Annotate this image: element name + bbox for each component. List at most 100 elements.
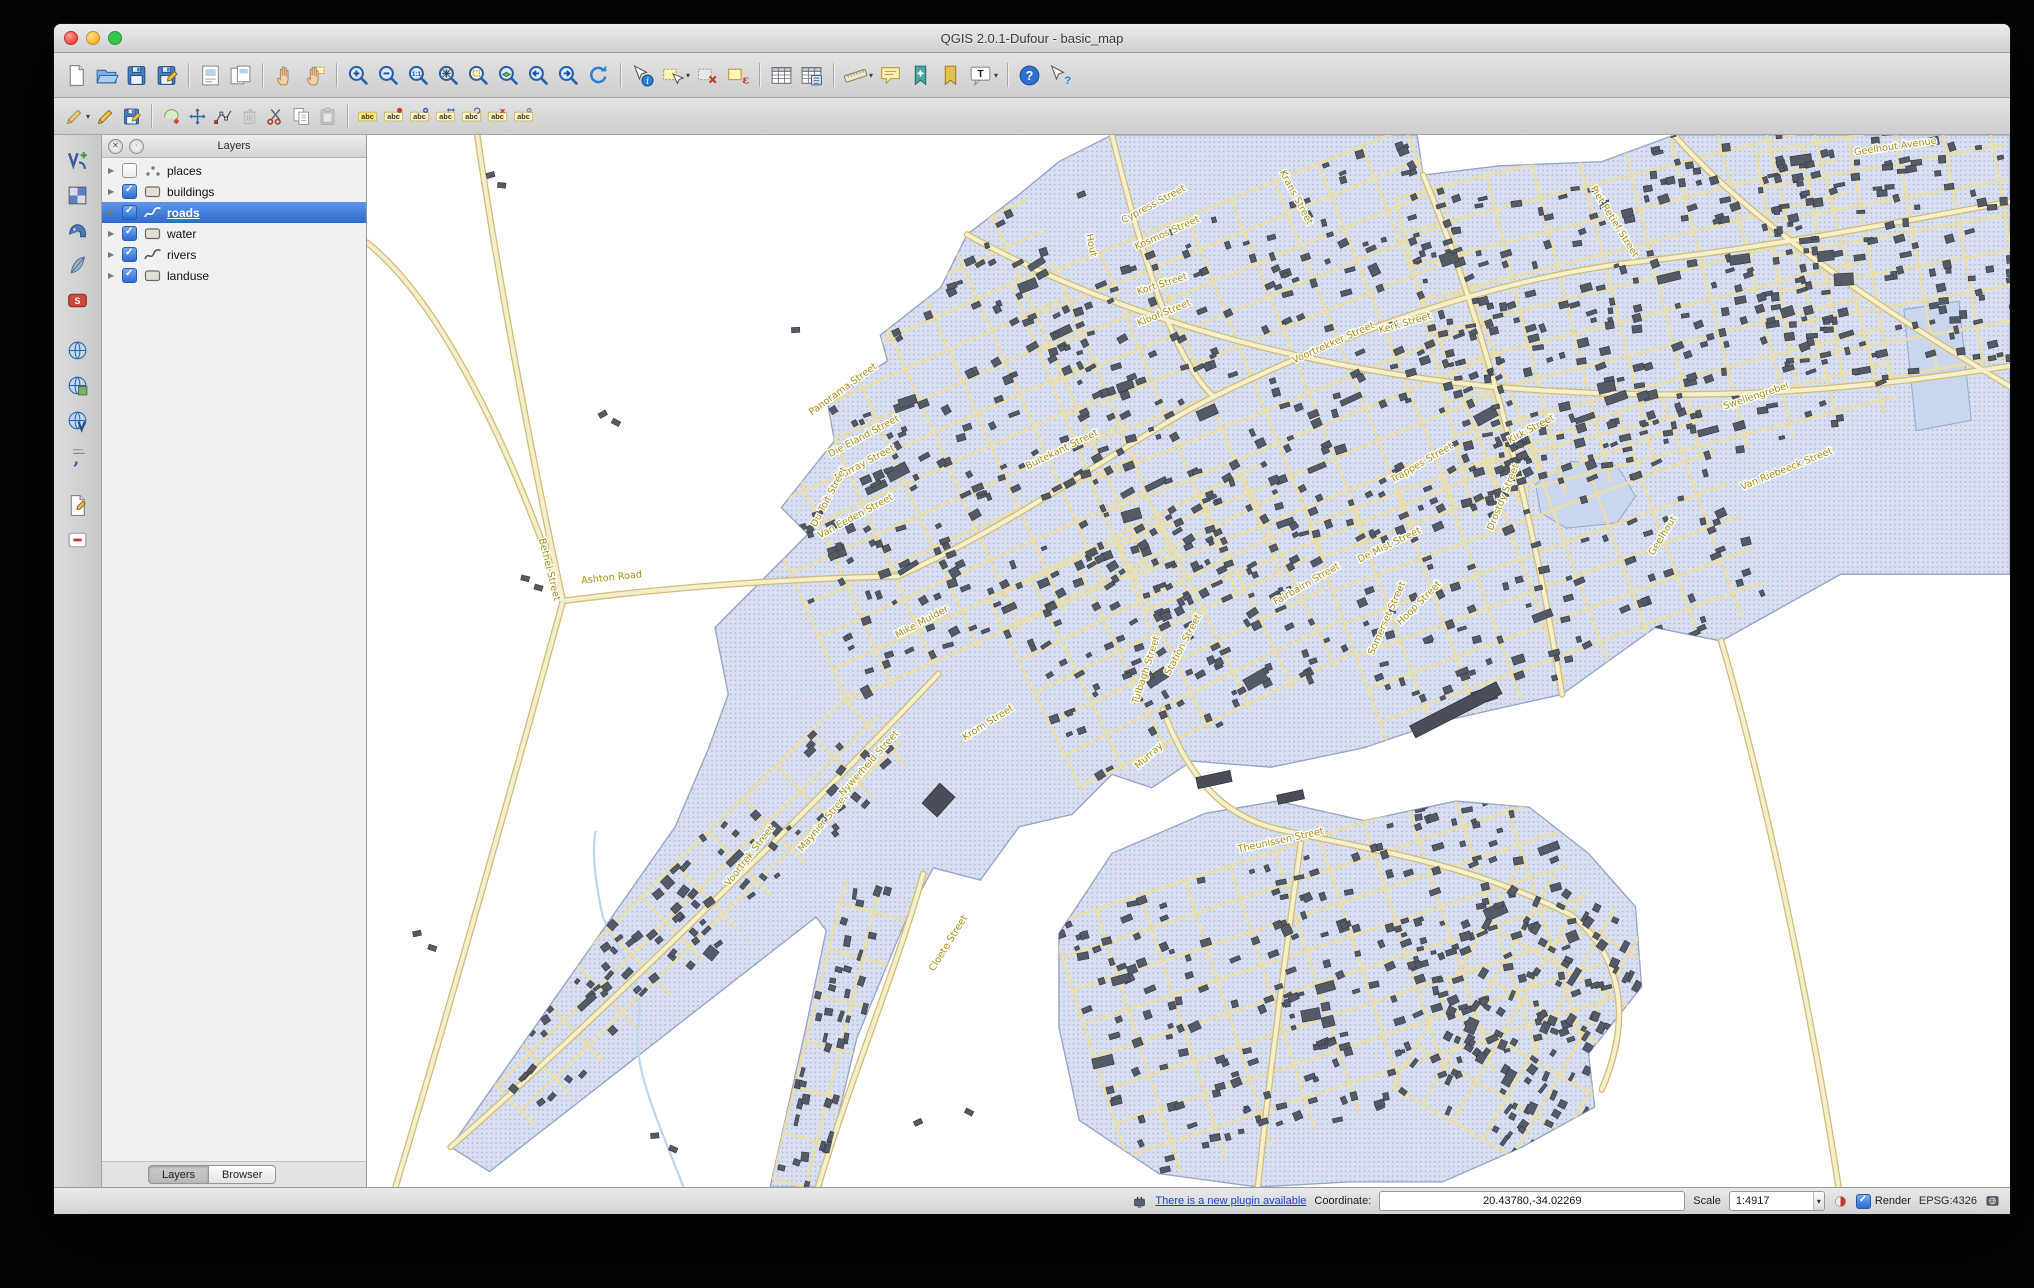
label-pin-button[interactable]: abc	[381, 104, 406, 129]
save-project-button[interactable]	[122, 61, 151, 90]
expand-arrow-icon[interactable]: ▶	[108, 166, 117, 175]
add-delimited-text-layer-button[interactable]: ,	[61, 440, 95, 470]
refresh-button[interactable]	[584, 61, 613, 90]
new-composer-button[interactable]	[196, 61, 225, 90]
text-annotation-dropdown-arrow-icon[interactable]: ▾	[994, 71, 998, 80]
label-properties-button[interactable]: abc	[511, 104, 536, 129]
crs-status-button[interactable]	[1985, 1194, 2000, 1209]
render-checkbox[interactable]: Render	[1856, 1194, 1911, 1209]
zoom-next-button[interactable]	[554, 61, 583, 90]
layer-item-places[interactable]: ▶places	[102, 160, 366, 181]
select-features-button[interactable]: ▾	[658, 61, 692, 90]
expand-arrow-icon[interactable]: ▶	[108, 229, 117, 238]
panel-close-icon[interactable]: ✕	[108, 139, 123, 154]
pan-to-selection-button[interactable]	[300, 61, 329, 90]
add-feature-button[interactable]	[159, 104, 184, 129]
add-mssql-layer-button[interactable]: S	[61, 285, 95, 315]
layer-item-buildings[interactable]: ▶buildings	[102, 181, 366, 202]
panel-detach-icon[interactable]: ◦	[129, 139, 144, 154]
panel-tab-layers[interactable]: Layers	[148, 1165, 209, 1184]
add-wms-layer-button[interactable]	[61, 335, 95, 365]
toggle-editing-button[interactable]	[93, 104, 118, 129]
expand-arrow-icon[interactable]: ▶	[108, 187, 117, 196]
stop-rendering-icon[interactable]	[1833, 1194, 1848, 1209]
paste-features-button[interactable]	[315, 104, 340, 129]
layer-item-roads[interactable]: ▶roads	[102, 202, 366, 223]
layer-visibility-checkbox[interactable]	[122, 184, 137, 199]
render-checkbox-box[interactable]	[1856, 1194, 1871, 1209]
whats-this-button[interactable]: ?	[1045, 61, 1074, 90]
show-bookmarks-button[interactable]	[936, 61, 965, 90]
select-features-dropdown-arrow-icon[interactable]: ▾	[686, 71, 690, 80]
copy-features-button[interactable]	[289, 104, 314, 129]
label-move-button[interactable]: abc	[433, 104, 458, 129]
map-svg[interactable]: Geelhout AvenueCypress StreetKosmos Stre…	[367, 135, 2010, 1187]
layer-visibility-checkbox[interactable]	[122, 247, 137, 262]
deselect-all-icon	[695, 63, 720, 88]
zoom-last-button[interactable]	[524, 61, 553, 90]
add-spatialite-layer-button[interactable]	[61, 250, 95, 280]
save-project-as-button[interactable]	[152, 61, 181, 90]
attributes-table-button[interactable]	[767, 61, 796, 90]
current-edits-dropdown-arrow-icon[interactable]: ▾	[86, 112, 90, 121]
map-canvas[interactable]: Geelhout AvenueCypress StreetKosmos Stre…	[367, 135, 2010, 1187]
layer-item-landuse[interactable]: ▶landuse	[102, 265, 366, 286]
label-show-hide-button[interactable]: abc	[407, 104, 432, 129]
expand-arrow-icon[interactable]: ▶	[108, 208, 117, 217]
help-button[interactable]: ?	[1015, 61, 1044, 90]
minimize-window-button[interactable]	[86, 31, 100, 45]
zoom-to-layer-button[interactable]	[494, 61, 523, 90]
close-window-button[interactable]	[64, 31, 78, 45]
add-vector-layer-button[interactable]	[61, 145, 95, 175]
deselect-all-button[interactable]	[693, 61, 722, 90]
save-layer-edits-button[interactable]	[119, 104, 144, 129]
select-by-expression-button[interactable]: ε	[723, 61, 752, 90]
layer-visibility-checkbox[interactable]	[122, 226, 137, 241]
coordinate-input[interactable]	[1379, 1191, 1685, 1211]
current-edits-button[interactable]: ▾	[62, 104, 92, 129]
measure-button[interactable]: ▾	[841, 61, 875, 90]
label-rotate-button[interactable]: abc	[459, 104, 484, 129]
add-raster-layer-button[interactable]	[61, 180, 95, 210]
identify-button[interactable]: i	[628, 61, 657, 90]
zoom-in-button[interactable]	[344, 61, 373, 90]
zoom-actual-button[interactable]: 1:1	[404, 61, 433, 90]
add-wcs-layer-button[interactable]	[61, 370, 95, 400]
scale-combo[interactable]: 1:4917 ▾	[1729, 1191, 1825, 1211]
layer-item-rivers[interactable]: ▶rivers	[102, 244, 366, 265]
zoom-window-button[interactable]	[108, 31, 122, 45]
node-tool-button[interactable]	[211, 104, 236, 129]
text-annotation-icon: T	[968, 63, 993, 88]
open-project-button[interactable]	[92, 61, 121, 90]
cut-features-button[interactable]	[263, 104, 288, 129]
plugin-link[interactable]: There is a new plugin available	[1155, 1195, 1306, 1207]
field-calculator-button[interactable]	[797, 61, 826, 90]
composer-manager-button[interactable]	[226, 61, 255, 90]
label-layer-button[interactable]: abc	[355, 104, 380, 129]
add-postgis-layer-button[interactable]	[61, 215, 95, 245]
layer-visibility-checkbox[interactable]	[122, 268, 137, 283]
remove-layer-button[interactable]	[61, 525, 95, 555]
text-annotation-button[interactable]: T▾	[966, 61, 1000, 90]
layer-visibility-checkbox[interactable]	[122, 163, 137, 178]
expand-arrow-icon[interactable]: ▶	[108, 271, 117, 280]
titlebar: QGIS 2.0.1-Dufour - basic_map	[54, 24, 2010, 53]
zoom-out-button[interactable]	[374, 61, 403, 90]
delete-selected-button[interactable]	[237, 104, 262, 129]
expand-arrow-icon[interactable]: ▶	[108, 250, 117, 259]
zoom-to-selection-button[interactable]	[464, 61, 493, 90]
new-shapefile-layer-button[interactable]	[61, 490, 95, 520]
zoom-full-button[interactable]	[434, 61, 463, 90]
label-change-button[interactable]: abc	[485, 104, 510, 129]
layer-item-water[interactable]: ▶water	[102, 223, 366, 244]
layer-visibility-checkbox[interactable]	[122, 205, 137, 220]
pan-map-button[interactable]	[270, 61, 299, 90]
panel-tab-browser[interactable]: Browser	[209, 1165, 276, 1184]
new-bookmark-button[interactable]	[906, 61, 935, 90]
move-feature-button[interactable]	[185, 104, 210, 129]
add-wfs-layer-button[interactable]	[61, 405, 95, 435]
label-change-icon: abc	[487, 106, 508, 127]
map-tips-button[interactable]	[876, 61, 905, 90]
measure-dropdown-arrow-icon[interactable]: ▾	[869, 71, 873, 80]
new-project-button[interactable]	[62, 61, 91, 90]
